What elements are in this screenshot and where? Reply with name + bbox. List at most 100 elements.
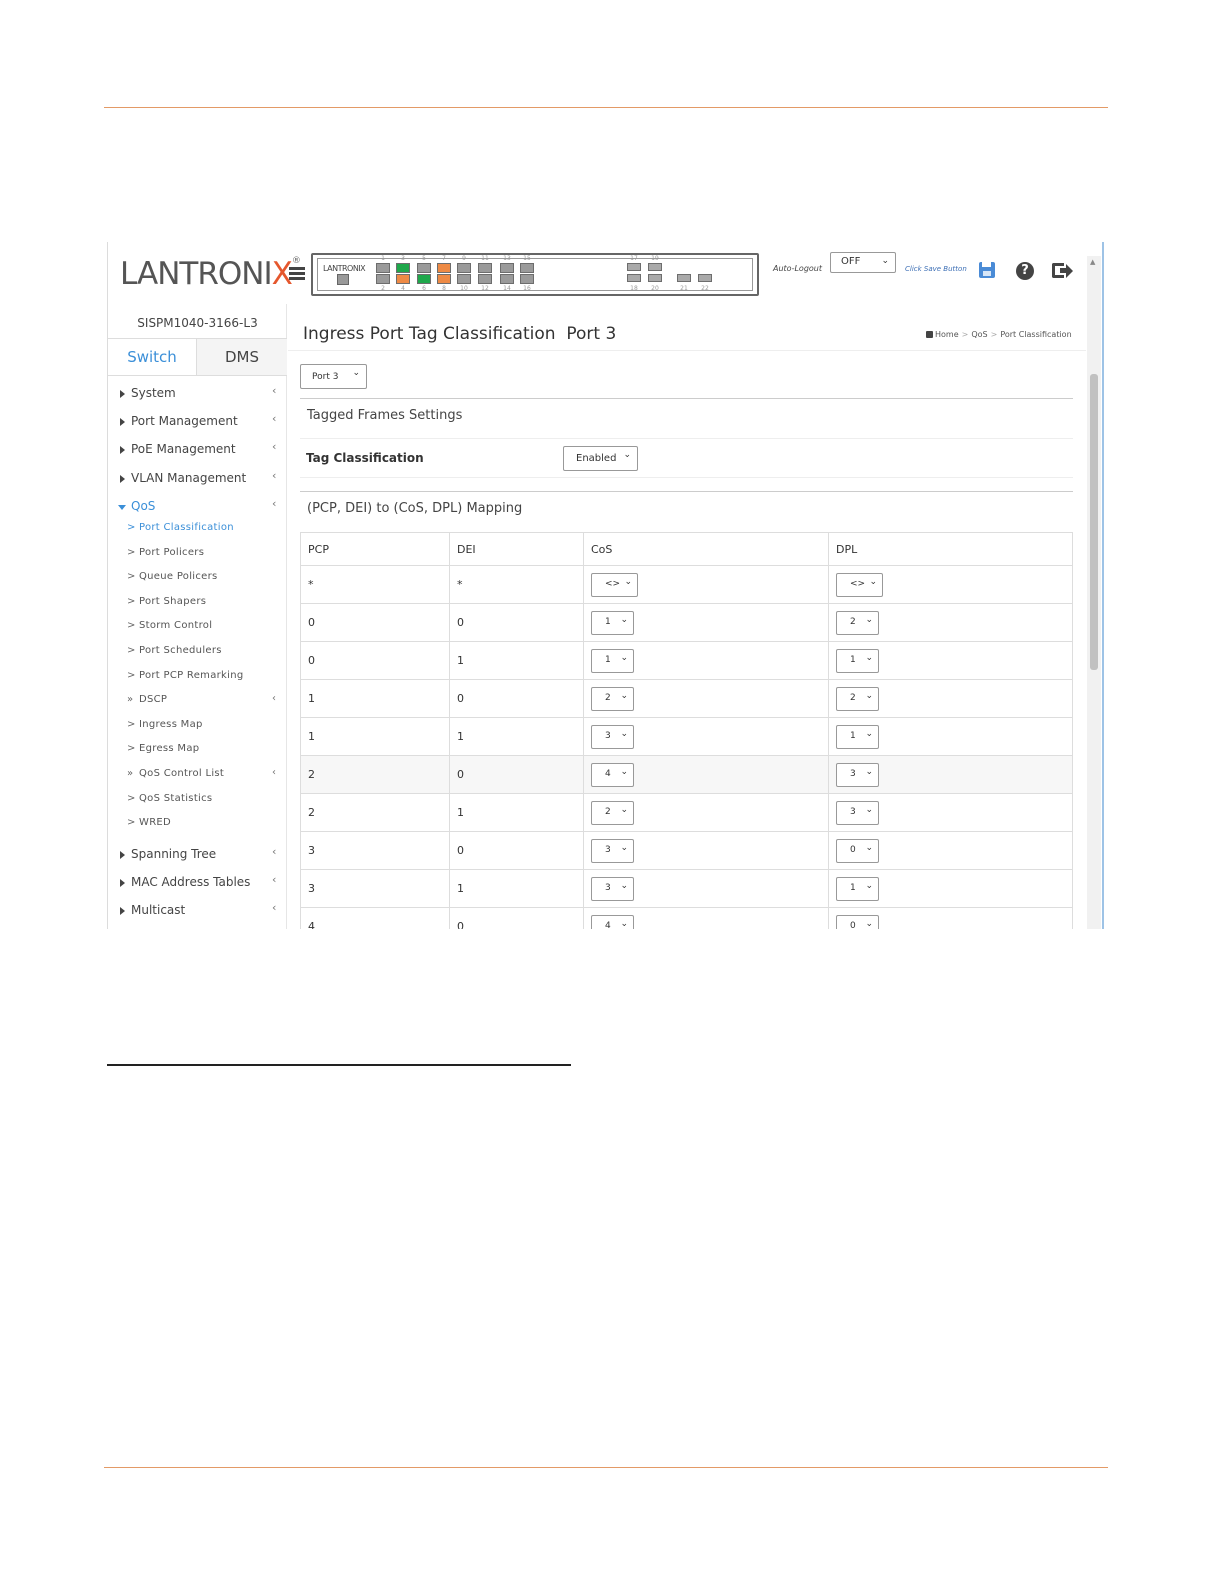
port-icon[interactable]	[500, 274, 514, 284]
cos-value: 3	[605, 844, 611, 855]
cos-select[interactable]: 4 ⌄	[591, 762, 634, 787]
help-icon[interactable]: ?	[1016, 262, 1034, 280]
table-row: 4 0 4 ⌄ 0 ⌄	[300, 907, 1073, 929]
port-icon[interactable]	[396, 263, 410, 273]
sidebar: SISPM1040-3166-L3 Switch DMS System ‹ Por…	[108, 304, 287, 929]
chevron-down-icon: ⌄	[865, 766, 873, 777]
port-number-label: 18	[630, 285, 638, 292]
port-icon[interactable]	[520, 274, 534, 284]
sidebar-item-label: PoE Management	[131, 442, 236, 456]
page-footer-rule	[104, 1467, 1108, 1468]
tab-dms[interactable]: DMS	[197, 339, 287, 375]
port-icon[interactable]	[677, 274, 691, 282]
port-icon[interactable]	[478, 263, 492, 273]
cos-select[interactable]: 3 ⌄	[591, 876, 634, 901]
dpl-value: 3	[850, 806, 856, 817]
dpl-select[interactable]: 1 ⌄	[836, 648, 879, 673]
scrollbar-thumb[interactable]	[1090, 374, 1098, 670]
home-icon	[926, 331, 933, 338]
port-icon[interactable]	[437, 263, 451, 273]
dei-cell: 0	[449, 755, 584, 794]
port-icon[interactable]	[376, 263, 390, 273]
breadcrumb-home[interactable]: Home	[935, 330, 959, 339]
cos-select[interactable]: 1 ⌄	[591, 610, 634, 635]
chevron-down-icon: ⌄	[620, 728, 628, 739]
dpl-value: 2	[850, 616, 856, 627]
tagged-frames-section	[300, 398, 1073, 399]
chevron-down-icon: ⌄	[620, 918, 628, 929]
dpl-select[interactable]: 3 ⌄	[836, 762, 879, 787]
tagged-frames-title: Tagged Frames Settings	[307, 408, 463, 423]
port-icon[interactable]	[500, 263, 514, 273]
sidebar-item-label: Spanning Tree	[131, 847, 217, 861]
cos-select[interactable]: 4 ⌄	[591, 914, 634, 929]
dpl-select[interactable]: 1 ⌄	[836, 876, 879, 901]
dpl-select[interactable]: 0 ⌄	[836, 914, 879, 929]
port-icon[interactable]	[478, 274, 492, 284]
pcp-cell: 3	[300, 831, 450, 870]
port-icon[interactable]	[627, 263, 641, 271]
chevron-down-icon: ⌄	[865, 918, 873, 929]
sidebar-subitem-label: Ingress Map	[139, 718, 203, 730]
port-icon[interactable]	[457, 274, 471, 284]
menu-icon[interactable]	[289, 267, 305, 281]
logout-icon[interactable]	[1052, 262, 1073, 280]
mapping-section	[300, 491, 1073, 492]
dpl-select[interactable]: 3 ⌄	[836, 800, 879, 825]
port-icon[interactable]	[396, 274, 410, 284]
dpl-select[interactable]: 0 ⌄	[836, 838, 879, 863]
dpl-select[interactable]: 2 ⌄	[836, 610, 879, 635]
dei-cell: 1	[449, 869, 584, 908]
chevron-left-icon: ‹	[272, 384, 277, 397]
cos-value: 1	[605, 654, 611, 665]
mapping-title: (PCP, DEI) to (CoS, DPL) Mapping	[307, 501, 523, 516]
cos-select[interactable]: 3 ⌄	[591, 838, 634, 863]
cos-select[interactable]: 3 ⌄	[591, 724, 634, 749]
cos-select[interactable]: 1 ⌄	[591, 648, 634, 673]
save-icon[interactable]	[979, 262, 995, 278]
cos-select[interactable]: 2 ⌄	[591, 800, 634, 825]
cos-value: 3	[605, 730, 611, 741]
tab-switch[interactable]: Switch	[108, 339, 197, 375]
scrollbar[interactable]: ▲	[1087, 256, 1101, 929]
dpl-select[interactable]: 1 ⌄	[836, 724, 879, 749]
cos-select[interactable]: 2 ⌄	[591, 686, 634, 711]
dei-cell: 0	[449, 603, 584, 642]
cos-select[interactable]: <> ⌄	[591, 572, 638, 597]
sidebar-subitem-label: QoS Control List	[139, 768, 225, 779]
port-icon[interactable]	[376, 274, 390, 284]
chevron-down-icon: ⌄	[865, 804, 873, 815]
lantronix-logo[interactable]: LANTRONIX®	[120, 256, 301, 292]
cos-cell: 4 ⌄	[583, 907, 829, 929]
port-select[interactable]: Port 3 ⌄	[300, 364, 367, 389]
sidebar-subitem-label: Port Policers	[139, 546, 205, 558]
port-icon[interactable]	[648, 274, 662, 282]
port-icon[interactable]	[457, 263, 471, 273]
dpl-value: 1	[850, 730, 856, 741]
breadcrumb-current: Port Classification	[1000, 330, 1072, 339]
auto-logout-select[interactable]: OFF ⌄	[830, 252, 896, 273]
port-icon[interactable]	[698, 274, 712, 282]
top-header: LANTRONIX® LANTRONIX 1 3 5 7 9 11 13 15 17 19 2 4 6 8…	[108, 242, 1102, 304]
dpl-cell: 2 ⌄	[828, 679, 1073, 718]
port-icon[interactable]	[417, 274, 431, 284]
dpl-cell: 1 ⌄	[828, 717, 1073, 756]
tag-classification-label: Tag Classification	[306, 451, 424, 465]
page-title-text: Ingress Port Tag Classification	[303, 324, 556, 344]
port-icon[interactable]	[627, 274, 641, 282]
dpl-select[interactable]: 2 ⌄	[836, 686, 879, 711]
chevron-right-icon: >	[127, 743, 136, 755]
port-icon[interactable]	[648, 263, 662, 271]
breadcrumb-qos[interactable]: QoS	[971, 330, 987, 339]
scroll-up-icon[interactable]: ▲	[1090, 258, 1095, 266]
column-header-pcp: PCP	[300, 532, 450, 566]
tag-classification-select[interactable]: Enabled ⌄	[563, 446, 638, 471]
port-icon[interactable]	[417, 263, 431, 273]
cos-cell: 1 ⌄	[583, 641, 829, 680]
column-header-dpl: DPL	[828, 532, 1073, 566]
dpl-select[interactable]: <> ⌄	[836, 572, 883, 597]
pcp-dei-mapping-table: PCP DEI CoS DPL * * <> ⌄ <> ⌄ 0 0 1 ⌄ 2 ⌄ 0 1 1 ⌄ 1 ⌄ 1 0 2 ⌄…	[300, 532, 1073, 929]
port-number-label: 12	[481, 285, 489, 292]
port-icon[interactable]	[437, 274, 451, 284]
port-icon[interactable]	[520, 263, 534, 273]
